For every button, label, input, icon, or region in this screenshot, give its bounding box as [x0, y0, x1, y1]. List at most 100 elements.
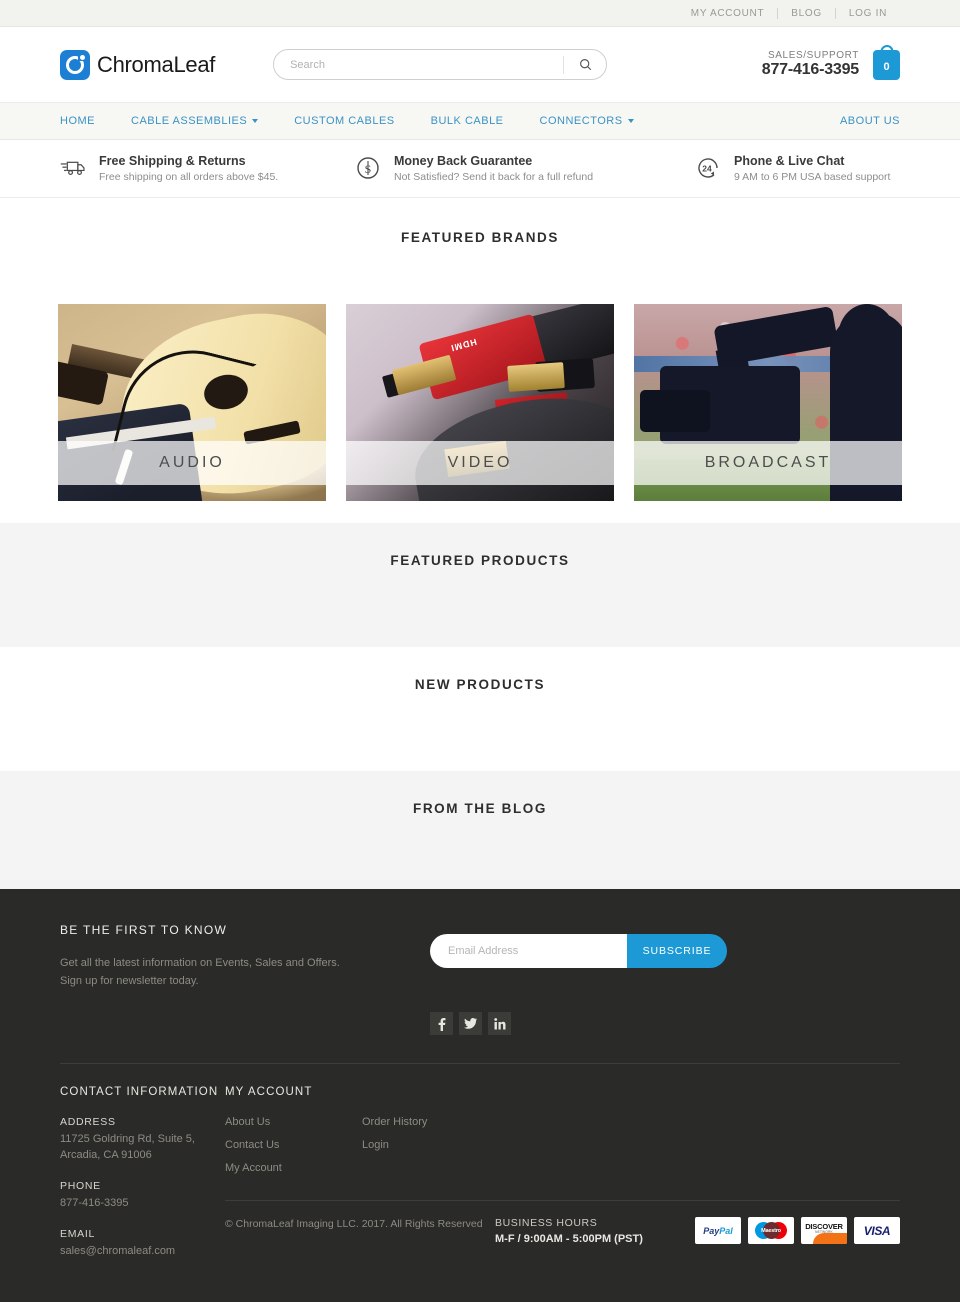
footer-link-my-account[interactable]: My Account: [225, 1162, 362, 1174]
footer-link-contact-us[interactable]: Contact Us: [225, 1139, 362, 1151]
nav-label: HOME: [60, 115, 95, 127]
maestro-icon: Maestro: [748, 1217, 794, 1244]
support-phone[interactable]: 877-416-3395: [762, 61, 859, 79]
email-input[interactable]: [430, 934, 627, 968]
phone-label: PHONE: [60, 1179, 101, 1192]
business-hours: BUSINESS HOURS M-F / 9:00AM - 5:00PM (PS…: [495, 1217, 695, 1245]
payment-methods: PayPal Maestro DISCOVER NETWORK VISA: [695, 1217, 900, 1244]
nav-item-home[interactable]: HOME: [60, 115, 95, 127]
benefit-phone-chat: 24 Phone & Live Chat 9 AM to 6 PM USA ba…: [695, 153, 890, 183]
site-header: ChromaLeaf SALES/SUPPORT 877-416-3395 0: [0, 27, 960, 103]
featured-brands-title: FEATURED BRANDS: [401, 230, 559, 245]
footer-spacer: [60, 1276, 900, 1302]
newsletter-heading: BE THE FIRST TO KNOW: [60, 923, 228, 937]
nav-label: BULK CABLE: [430, 115, 504, 127]
nav-item-about-us[interactable]: ABOUT US: [840, 115, 900, 127]
search-button[interactable]: [564, 50, 606, 79]
nav-label: CONNECTORS: [539, 115, 623, 127]
top-utility-bar: MY ACCOUNT BLOG LOG IN: [0, 0, 960, 27]
chromaleaf-logo-icon: [60, 49, 90, 80]
phone-value[interactable]: 877-416-3395: [60, 1196, 225, 1212]
brand-label: BROADCAST: [704, 454, 832, 471]
search-bar[interactable]: [273, 49, 608, 80]
newsletter-copy: BE THE FIRST TO KNOW Get all the latest …: [60, 923, 430, 990]
chevron-down-icon: [627, 119, 634, 123]
footer-links-column-2: Order History Login: [362, 1116, 499, 1174]
featured-products-section: FEATURED PRODUCTS: [0, 523, 960, 647]
brand-card-row: AUDIO HDMI VIDEO BROADCAST: [0, 304, 960, 501]
benefit-free-shipping: Free Shipping & Returns Free shipping on…: [60, 153, 355, 183]
email-value[interactable]: sales@chromaleaf.com: [60, 1244, 225, 1260]
footer-link-about-us[interactable]: About Us: [225, 1116, 362, 1128]
nav-item-custom-cables[interactable]: CUSTOM CABLES: [294, 115, 394, 127]
footer-link-login[interactable]: Login: [362, 1139, 499, 1151]
cart-icon: [880, 44, 893, 56]
new-products-title: NEW PRODUCTS: [414, 677, 546, 692]
nav-label: CABLE ASSEMBLIES: [131, 115, 248, 127]
main-navigation: HOME CABLE ASSEMBLIES CUSTOM CABLES BULK…: [0, 103, 960, 140]
address-value: 11725 Goldring Rd, Suite 5, Arcadia, CA …: [60, 1133, 195, 1161]
brand-label-band: BROADCAST: [634, 441, 902, 485]
nav-item-cable-assemblies[interactable]: CABLE ASSEMBLIES: [131, 115, 259, 127]
from-the-blog-section: FROM THE BLOG: [0, 771, 960, 889]
contact-information-column: CONTACT INFORMATION ADDRESS 11725 Goldri…: [60, 1086, 225, 1276]
nav-item-connectors[interactable]: CONNECTORS: [540, 115, 634, 127]
benefit-title: Free Shipping & Returns: [99, 154, 246, 169]
support-label: SALES/SUPPORT: [768, 49, 859, 61]
footer-bottom-divider: [225, 1200, 900, 1201]
site-footer: BE THE FIRST TO KNOW Get all the latest …: [0, 889, 960, 1302]
brand-card-broadcast[interactable]: BROADCAST: [634, 304, 902, 501]
brand-label-band: AUDIO: [58, 441, 326, 485]
topbar-link-blog[interactable]: BLOG: [778, 8, 835, 19]
newsletter-line-1: Get all the latest information on Events…: [60, 957, 340, 969]
brand-label-band: VIDEO: [346, 441, 614, 485]
footer-divider: [60, 1063, 900, 1064]
site-logo[interactable]: ChromaLeaf: [60, 49, 215, 80]
my-account-column: MY ACCOUNT About Us Contact Us My Accoun…: [225, 1086, 900, 1276]
benefit-subtitle: 9 AM to 6 PM USA based support: [734, 170, 891, 183]
benefit-text: Phone & Live Chat 9 AM to 6 PM USA based…: [734, 153, 890, 183]
search-input[interactable]: [274, 50, 564, 79]
dollar-circle-icon: S: [357, 157, 379, 180]
business-hours-value: M-F / 9:00AM - 5:00PM (PST): [495, 1233, 643, 1245]
footer-columns: CONTACT INFORMATION ADDRESS 11725 Goldri…: [60, 1086, 900, 1276]
twitter-icon[interactable]: [459, 1012, 482, 1035]
cart-button[interactable]: 0: [873, 44, 900, 80]
featured-products-title: FEATURED PRODUCTS: [390, 553, 570, 568]
24-hour-support-icon: 24: [698, 158, 718, 179]
benefits-bar: Free Shipping & Returns Free shipping on…: [0, 140, 960, 198]
newsletter-row: BE THE FIRST TO KNOW Get all the latest …: [60, 923, 900, 1035]
brand-card-audio[interactable]: AUDIO: [58, 304, 326, 501]
brand-label: VIDEO: [447, 454, 513, 471]
facebook-icon[interactable]: [430, 1012, 453, 1035]
topbar-link-log-in[interactable]: LOG IN: [836, 8, 900, 19]
newsletter-line-2: Sign up for newsletter today.: [60, 974, 199, 987]
benefit-text: Free Shipping & Returns Free shipping on…: [99, 153, 278, 183]
nav-label: CUSTOM CABLES: [294, 115, 395, 127]
from-the-blog-title: FROM THE BLOG: [412, 801, 548, 816]
brand-label: AUDIO: [159, 454, 225, 471]
subscribe-button[interactable]: SUBSCRIBE: [627, 934, 727, 968]
copyright-text: © ChromaLeaf Imaging LLC. 2017. All Righ…: [225, 1218, 483, 1230]
svg-text:24: 24: [702, 164, 712, 174]
address-label: ADDRESS: [60, 1116, 116, 1128]
nav-label: ABOUT US: [839, 115, 900, 127]
benefit-subtitle: Free shipping on all orders above $45.: [99, 170, 279, 183]
brand-card-video[interactable]: HDMI VIDEO: [346, 304, 614, 501]
footer-link-order-history[interactable]: Order History: [362, 1116, 499, 1128]
business-hours-label: BUSINESS HOURS: [495, 1217, 598, 1229]
visa-icon: VISA: [854, 1217, 900, 1244]
contact-heading: CONTACT INFORMATION: [60, 1086, 219, 1098]
footer-bottom-row: © ChromaLeaf Imaging LLC. 2017. All Righ…: [225, 1217, 900, 1245]
benefit-title: Phone & Live Chat: [734, 154, 845, 169]
discover-icon: DISCOVER NETWORK: [801, 1217, 847, 1244]
linkedin-icon[interactable]: [488, 1012, 511, 1035]
email-label: EMAIL: [60, 1227, 96, 1240]
social-links: [430, 1012, 727, 1035]
footer-links-grid: About Us Contact Us My Account Order His…: [225, 1116, 900, 1174]
paypal-icon: PayPal: [695, 1217, 741, 1244]
topbar-link-my-account[interactable]: MY ACCOUNT: [678, 8, 778, 19]
nav-item-bulk-cable[interactable]: BULK CABLE: [431, 115, 504, 127]
truck-icon: [60, 162, 85, 176]
search-icon: [579, 59, 591, 71]
